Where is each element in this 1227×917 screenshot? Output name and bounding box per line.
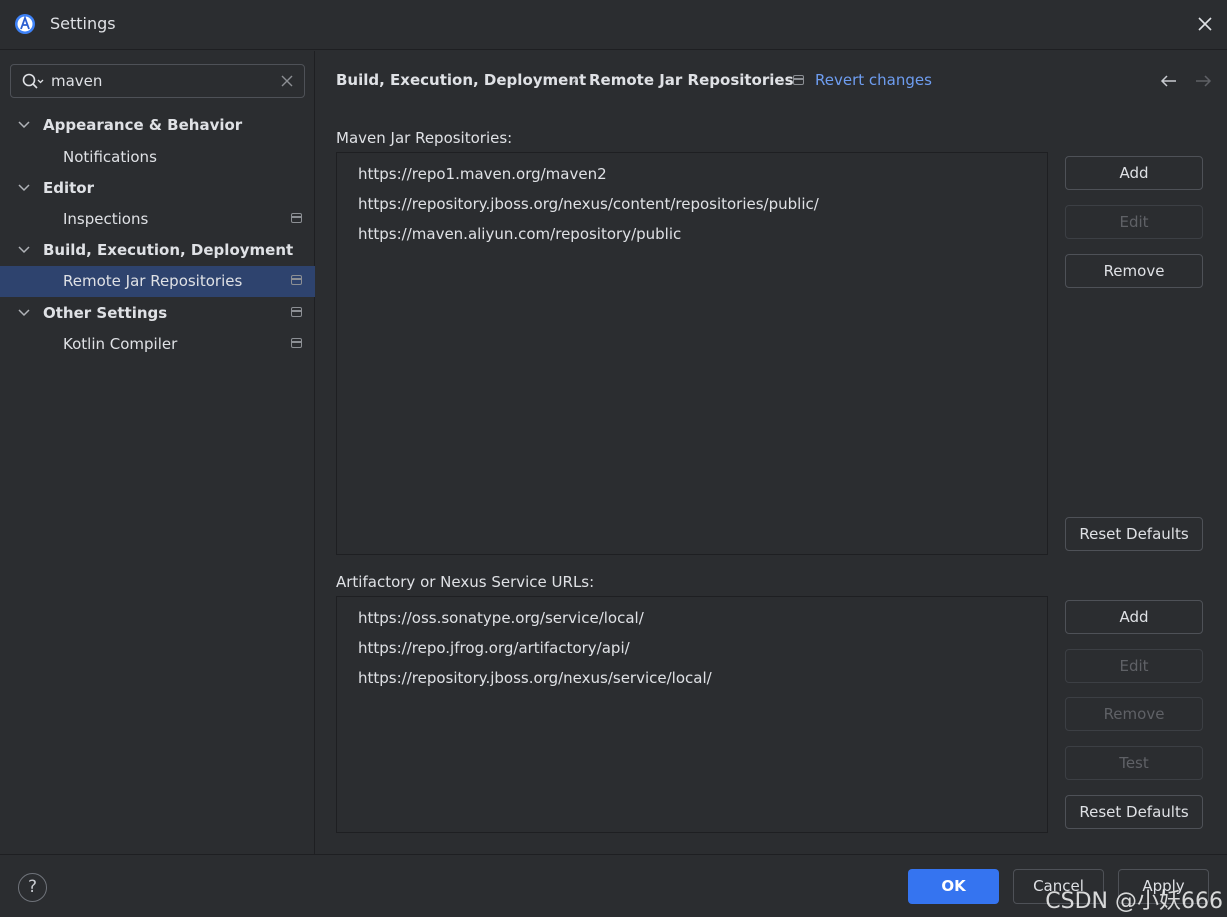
tree-item-notifications[interactable]: Notifications [0,142,315,173]
close-icon[interactable] [1195,14,1215,34]
project-level-icon [291,307,302,317]
maven-add-button[interactable]: Add [1065,156,1203,190]
settings-dialog: Settings Appearance & Behavior Notificat… [0,0,1227,917]
artifactory-urls-label: Artifactory or Nexus Service URLs: [336,573,595,591]
list-item[interactable]: https://repository.jboss.org/nexus/conte… [358,195,819,213]
dialog-footer: ? OK Cancel Apply CSDN @小妖666 [0,854,1227,917]
tree-item-label: Kotlin Compiler [63,335,178,353]
maven-repositories-list[interactable]: https://repo1.maven.org/maven2 https://r… [336,152,1048,555]
tree-item-label: Notifications [63,148,157,166]
maven-edit-button[interactable]: Edit [1065,205,1203,239]
tree-item-label: Inspections [63,210,149,228]
tree-item-inspections[interactable]: Inspections [0,204,315,235]
tree-item-appearance-behavior[interactable]: Appearance & Behavior [0,110,315,141]
tree-item-label: Editor [43,179,94,197]
tree-item-label: Build, Execution, Deployment [43,241,294,259]
tree-item-build-execution-deployment[interactable]: Build, Execution, Deployment [0,235,315,266]
tree-item-label: Other Settings [43,304,168,322]
project-level-icon [291,338,302,348]
tree-item-label: Appearance & Behavior [43,116,243,134]
search-box[interactable] [10,64,305,98]
maven-remove-button[interactable]: Remove [1065,254,1203,288]
list-item[interactable]: https://oss.sonatype.org/service/local/ [358,609,644,627]
chevron-down-icon[interactable] [18,308,30,318]
breadcrumb-current: Remote Jar Repositories [589,71,794,89]
clear-search-icon[interactable] [280,74,294,88]
tree-item-editor[interactable]: Editor [0,173,315,204]
ok-button[interactable]: OK [908,869,999,904]
title-bar: Settings [0,0,1227,50]
breadcrumb-separator: › [572,70,578,88]
chevron-down-icon[interactable] [18,183,30,193]
tree-item-remote-jar-repositories[interactable]: Remote Jar Repositories [0,266,315,297]
list-item[interactable]: https://repository.jboss.org/nexus/servi… [358,669,712,687]
chevron-down-icon[interactable] [18,245,30,255]
artifactory-add-button[interactable]: Add [1065,600,1203,634]
chevron-down-icon[interactable] [18,120,30,130]
artifactory-remove-button[interactable]: Remove [1065,697,1203,731]
revert-changes-link[interactable]: Revert changes [815,71,932,89]
back-arrow-icon[interactable] [1160,74,1178,88]
project-level-icon [291,275,302,285]
project-level-icon [793,75,804,85]
artifactory-urls-list[interactable]: https://oss.sonatype.org/service/local/ … [336,596,1048,833]
artifactory-reset-defaults-button[interactable]: Reset Defaults [1065,795,1203,829]
window-title: Settings [50,14,116,33]
tree-item-kotlin-compiler[interactable]: Kotlin Compiler [0,329,315,360]
help-button[interactable]: ? [18,873,47,902]
search-icon [22,73,44,89]
list-item[interactable]: https://maven.aliyun.com/repository/publ… [358,225,681,243]
maven-reset-defaults-button[interactable]: Reset Defaults [1065,517,1203,551]
artifactory-edit-button[interactable]: Edit [1065,649,1203,683]
android-studio-icon [15,14,35,34]
search-input[interactable] [51,70,271,92]
tree-item-other-settings[interactable]: Other Settings [0,298,315,329]
project-level-icon [291,213,302,223]
breadcrumb-parent[interactable]: Build, Execution, Deployment [336,71,586,89]
artifactory-test-button[interactable]: Test [1065,746,1203,780]
watermark: CSDN @小妖666 [1045,889,1223,914]
maven-repositories-label: Maven Jar Repositories: [336,129,513,147]
list-item[interactable]: https://repo1.maven.org/maven2 [358,165,607,183]
forward-arrow-icon[interactable] [1194,74,1212,88]
settings-content: Build, Execution, Deployment › Remote Ja… [316,51,1227,854]
tree-item-label: Remote Jar Repositories [63,272,243,290]
list-item[interactable]: https://repo.jfrog.org/artifactory/api/ [358,639,630,657]
settings-sidebar: Appearance & Behavior Notifications Edit… [0,51,315,854]
